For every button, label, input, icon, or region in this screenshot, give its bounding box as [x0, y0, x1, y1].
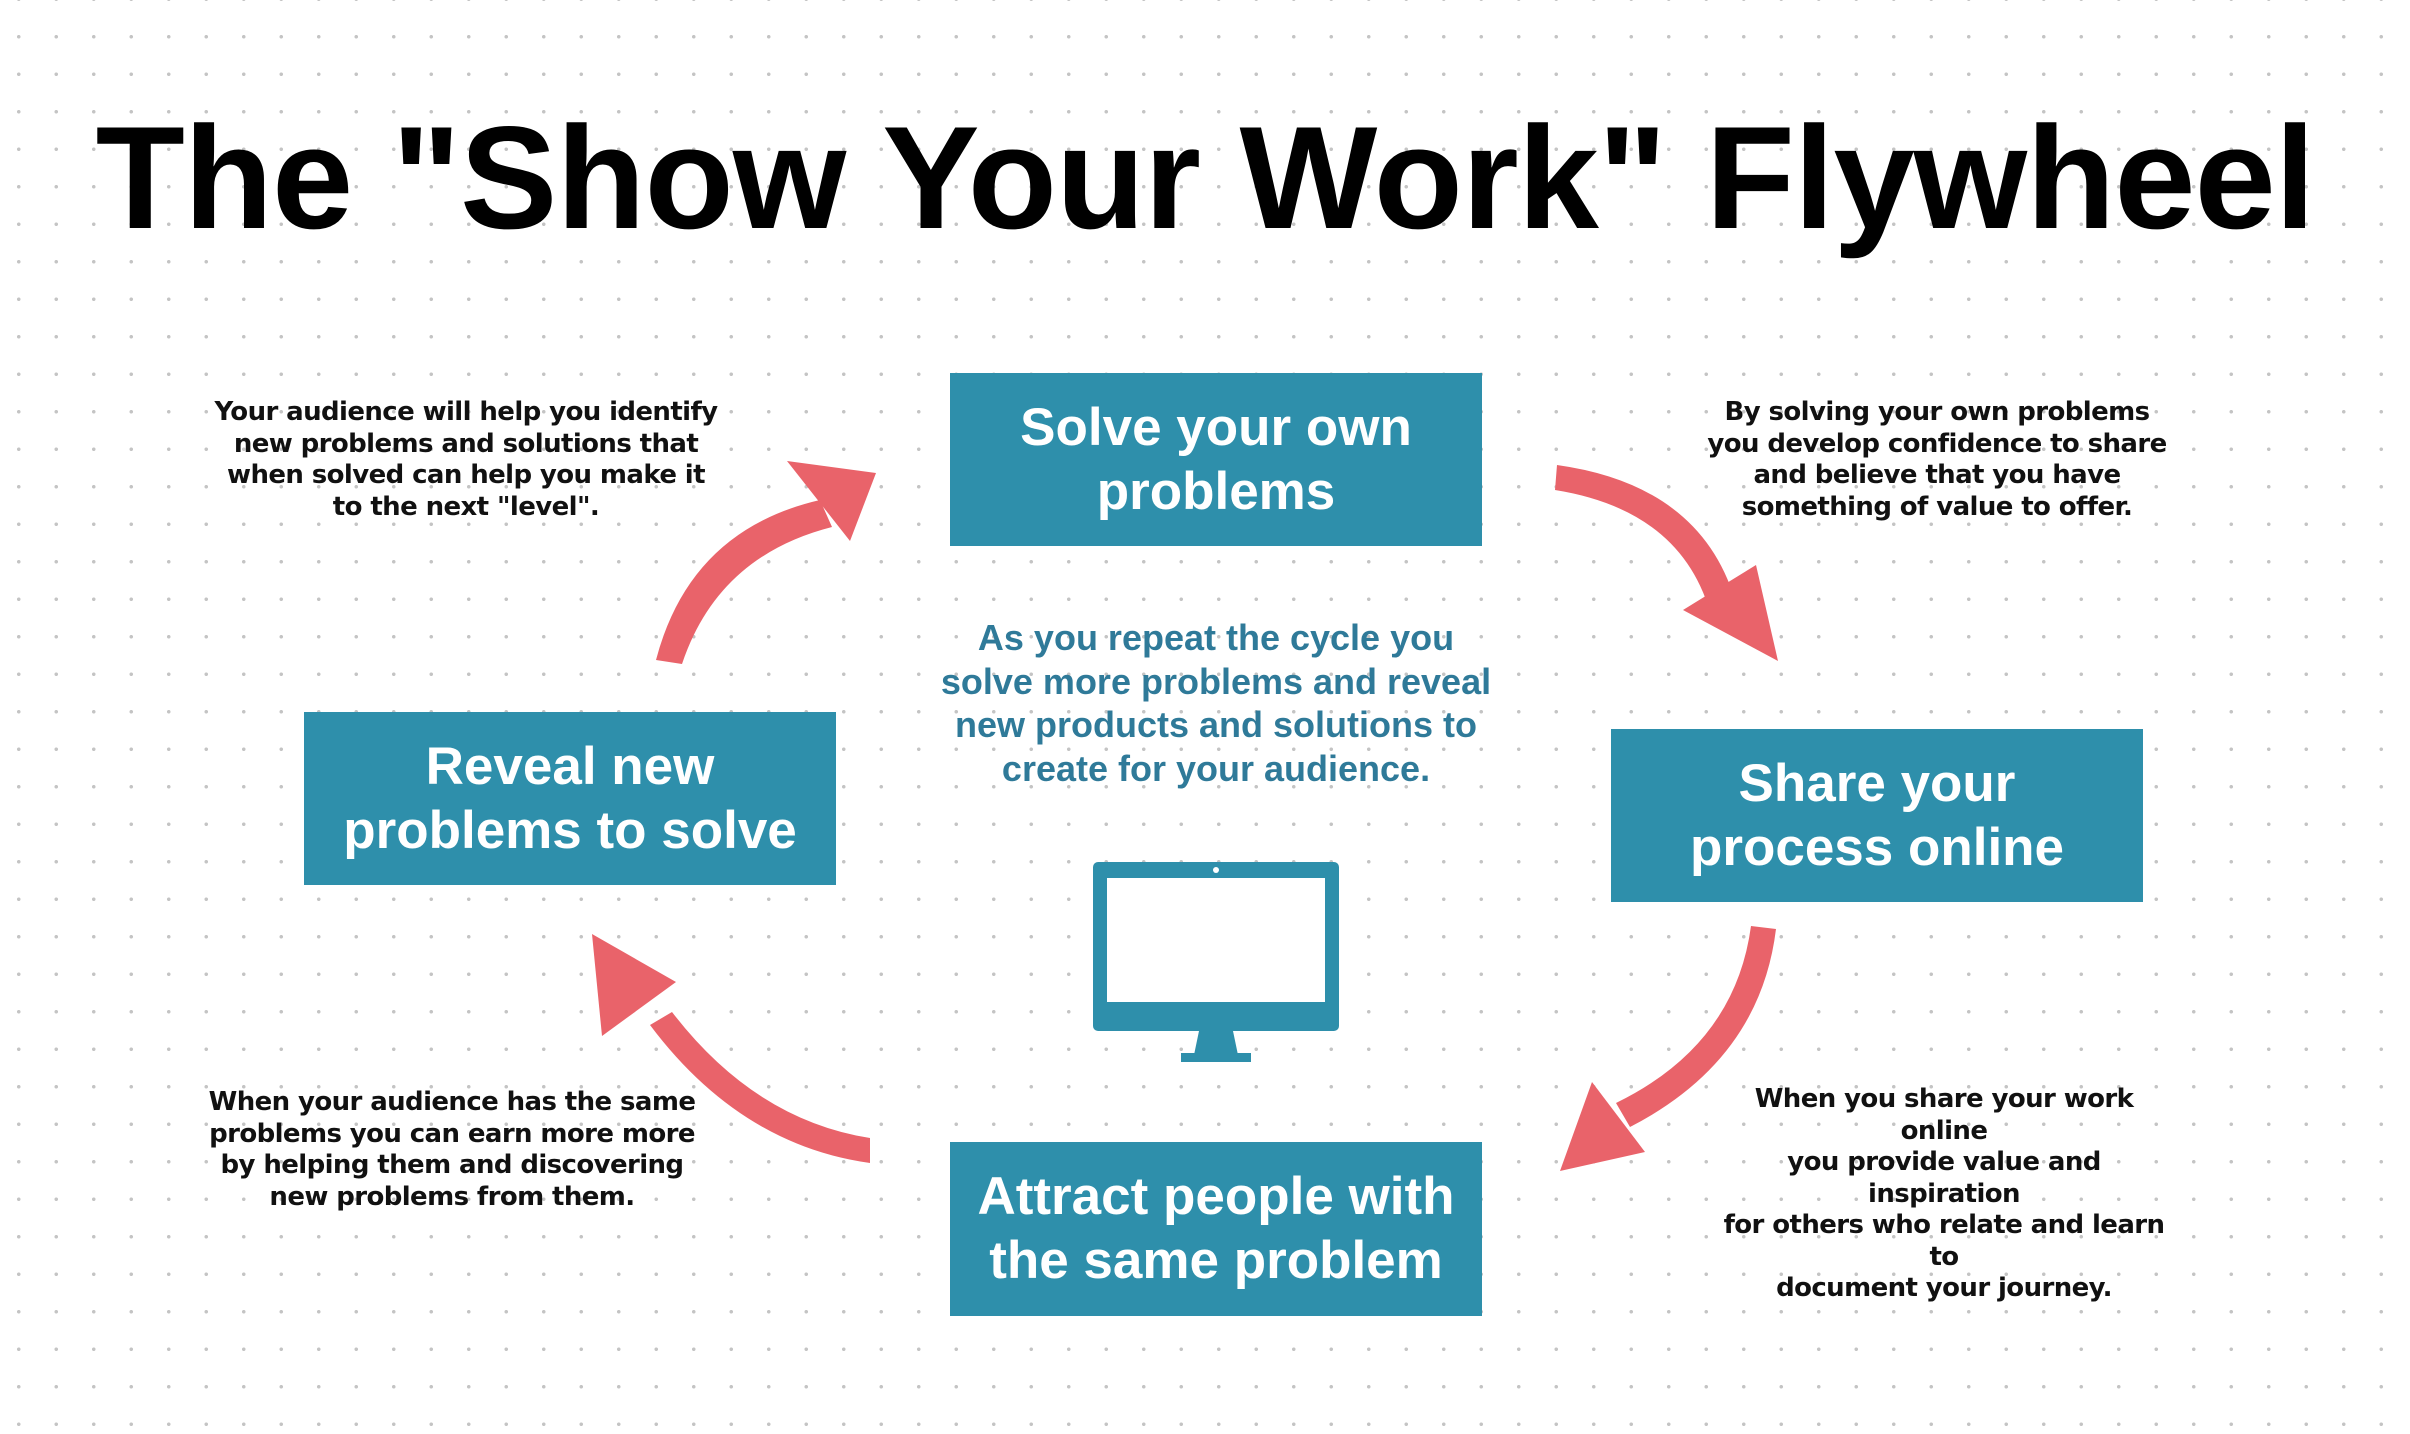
step-label: Attract people with the same problem: [977, 1167, 1455, 1290]
step-attract-people: Attract people with the same problem: [950, 1142, 1482, 1316]
step-reveal-new-problems: Reveal new problems to solve: [304, 712, 836, 885]
note-top-left: Your audience will help you identify new…: [214, 397, 718, 522]
step-share-process-online: Share your process online: [1611, 729, 2143, 902]
monitor-icon: [1093, 862, 1339, 1062]
note-top-right: By solving your own problems you develop…: [1707, 397, 2167, 522]
center-summary-text: As you repeat the cycle you solve more p…: [940, 617, 1492, 789]
note-bottom-right: When you share your work online you prov…: [1723, 1084, 2165, 1303]
step-label: Reveal new problems to solve: [343, 736, 797, 860]
step-solve-own-problems: Solve your own problems: [950, 373, 1482, 546]
note-bottom-left: When your audience has the same problems…: [208, 1087, 696, 1212]
step-label: Share your process online: [1689, 753, 2065, 877]
step-label: Solve your own problems: [1020, 397, 1412, 521]
